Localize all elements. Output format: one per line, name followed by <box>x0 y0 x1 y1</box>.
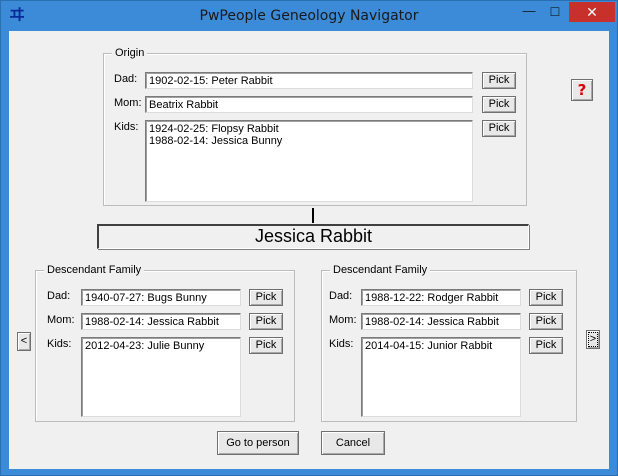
descendant-family-right: Descendant Family Dad: 1988-12-22: Rodge… <box>321 264 577 422</box>
origin-dad-label: Dad: <box>114 73 138 85</box>
family-right-dad-pick-button[interactable]: Pick <box>529 289 563 306</box>
family-left-dad-pick-button[interactable]: Pick <box>249 289 283 306</box>
family-left-mom-label: Mom: <box>47 314 75 326</box>
origin-mom-label: Mom: <box>114 97 142 109</box>
family-left-legend: Descendant Family <box>44 264 145 276</box>
family-right-dad-label: Dad: <box>329 290 353 302</box>
origin-kids-label: Kids: <box>114 121 139 133</box>
origin-mom-field[interactable]: Beatrix Rabbit <box>145 96 473 113</box>
family-right-mom-field[interactable]: 1988-02-14: Jessica Rabbit <box>361 313 521 330</box>
origin-mom-pick-button[interactable]: Pick <box>482 96 516 113</box>
family-right-kids-pick-button[interactable]: Pick <box>529 337 563 354</box>
origin-dad-field[interactable]: 1902-02-15: Peter Rabbit <box>145 72 473 89</box>
list-item[interactable]: 1924-02-25: Flopsy Rabbit <box>149 123 469 135</box>
navigator-window: ヰ PwPeople Geneology Navigator — ☐ ✕ Ori… <box>0 0 618 476</box>
cancel-button[interactable]: Cancel <box>321 431 385 455</box>
origin-kids-pick-button[interactable]: Pick <box>482 120 516 137</box>
next-family-button[interactable]: > <box>586 330 600 349</box>
family-left-kids-label: Kids: <box>47 338 72 350</box>
family-right-mom-pick-button[interactable]: Pick <box>529 313 563 330</box>
family-right-dad-field[interactable]: 1988-12-22: Rodger Rabbit <box>361 289 521 306</box>
client-area: Origin Dad: 1902-02-15: Peter Rabbit Pic… <box>9 31 609 469</box>
origin-dad-pick-button[interactable]: Pick <box>482 72 516 89</box>
title-bar[interactable]: ヰ PwPeople Geneology Navigator — ☐ ✕ <box>1 1 617 31</box>
family-left-kids-pick-button[interactable]: Pick <box>249 337 283 354</box>
maximize-button[interactable]: ☐ <box>542 2 568 22</box>
family-right-kids-label: Kids: <box>329 338 354 350</box>
help-button[interactable]: ? <box>571 79 593 101</box>
list-item[interactable]: 2012-04-23: Julie Bunny <box>85 340 237 352</box>
family-left-kids-list[interactable]: 2012-04-23: Julie Bunny <box>81 337 241 417</box>
family-left-mom-field[interactable]: 1988-02-14: Jessica Rabbit <box>81 313 241 330</box>
family-left-dad-field[interactable]: 1940-07-27: Bugs Bunny <box>81 289 241 306</box>
list-item[interactable]: 1988-02-14: Jessica Bunny <box>149 135 469 147</box>
family-right-mom-label: Mom: <box>329 314 357 326</box>
go-to-person-button[interactable]: Go to person <box>217 431 299 455</box>
minimize-button[interactable]: — <box>516 2 542 22</box>
previous-family-button[interactable]: < <box>17 332 31 351</box>
origin-group: Origin Dad: 1902-02-15: Peter Rabbit Pic… <box>103 47 527 206</box>
family-right-legend: Descendant Family <box>330 264 431 276</box>
family-left-dad-label: Dad: <box>47 290 71 302</box>
descendant-family-left: Descendant Family Dad: 1940-07-27: Bugs … <box>35 264 295 422</box>
close-button[interactable]: ✕ <box>569 2 615 22</box>
family-right-kids-list[interactable]: 2014-04-15: Junior Rabbit <box>361 337 521 417</box>
list-item[interactable]: 2014-04-15: Junior Rabbit <box>365 340 517 352</box>
family-left-mom-pick-button[interactable]: Pick <box>249 313 283 330</box>
current-person-display: Jessica Rabbit <box>97 224 529 249</box>
origin-legend: Origin <box>112 47 148 59</box>
origin-kids-list[interactable]: 1924-02-25: Flopsy Rabbit 1988-02-14: Je… <box>145 120 473 202</box>
tree-connector <box>312 208 314 223</box>
